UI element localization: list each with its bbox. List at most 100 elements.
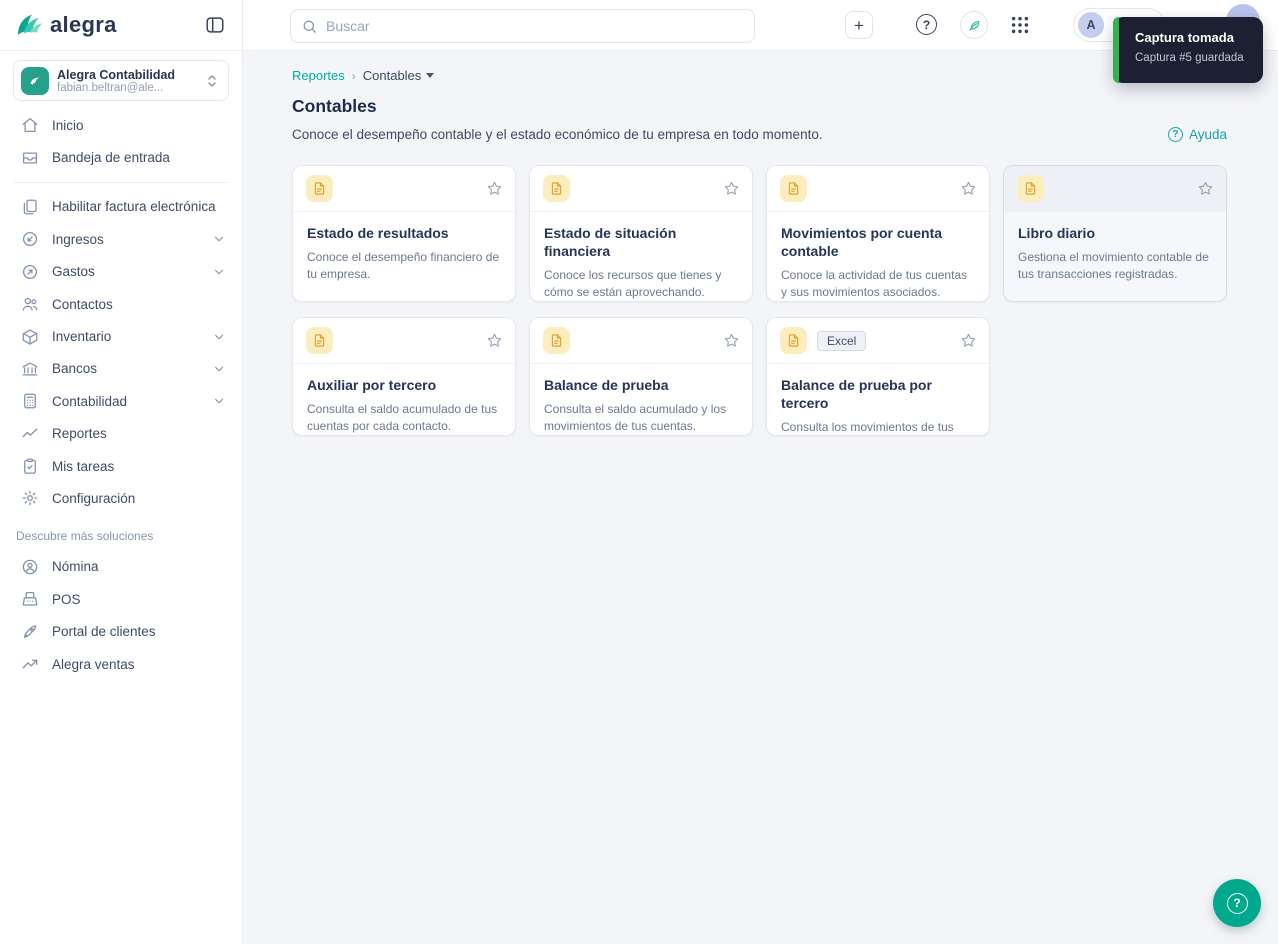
report-title: Estado de situación financiera	[544, 225, 677, 260]
create-new-button[interactable]: +	[845, 11, 873, 39]
question-icon: ?	[1226, 892, 1248, 914]
report-card-balance-prueba[interactable]: Balance de prueba Consulta el saldo acum…	[529, 317, 753, 436]
favorite-star-icon[interactable]	[723, 180, 740, 197]
report-doc-icon	[543, 327, 570, 354]
sidebar-item-factura-electronica[interactable]: Habilitar factura electrónica	[0, 191, 242, 223]
sidebar-nav: Inicio Bandeja de entrada Habilitar fact…	[0, 109, 242, 680]
document-icon	[21, 198, 39, 216]
sidebar-item-portal-clientes[interactable]: Portal de clientes	[0, 615, 242, 647]
page-header: Reportes › Contables Contables Conoce el…	[292, 68, 1227, 142]
favorite-star-icon[interactable]	[1197, 180, 1214, 197]
reports-grid: Estado de resultados Conoce el desempeño…	[292, 165, 1227, 436]
report-description: Consulta los movimientos de tus cuentas …	[781, 420, 954, 435]
breadcrumb-separator-icon: ›	[351, 68, 356, 83]
tasks-icon	[21, 457, 39, 475]
favorite-star-icon[interactable]	[723, 332, 740, 349]
sidebar-item-bancos[interactable]: Bancos	[0, 353, 242, 385]
sidebar-item-inicio[interactable]: Inicio	[0, 109, 242, 141]
report-description: Consulta el saldo acumulado de tus cuent…	[307, 402, 498, 433]
capture-toast: Captura tomada Captura #5 guardada	[1113, 17, 1263, 83]
report-card-auxiliar-tercero[interactable]: Auxiliar por tercero Consulta el saldo a…	[292, 317, 516, 436]
toast-title: Captura tomada	[1135, 30, 1234, 45]
package-icon	[21, 328, 39, 346]
sidebar-item-bandeja[interactable]: Bandeja de entrada	[0, 141, 242, 173]
pos-icon	[21, 590, 39, 608]
trending-up-icon	[21, 655, 39, 673]
report-card-balance-prueba-tercero[interactable]: Excel Balance de prueba por tercero Cons…	[766, 317, 990, 436]
report-description: Consulta el saldo acumulado y los movimi…	[544, 402, 727, 433]
users-icon	[21, 295, 39, 313]
sidebar-item-nomina[interactable]: Nómina	[0, 551, 242, 583]
chevron-down-icon	[212, 394, 226, 408]
report-card-libro-diario[interactable]: Libro diario Gestiona el movimiento cont…	[1003, 165, 1227, 302]
sidebar-item-pos[interactable]: POS	[0, 583, 242, 615]
rocket-icon	[21, 623, 39, 641]
help-circle-icon: ?	[1167, 127, 1183, 142]
sidebar-item-inventario[interactable]: Inventario	[0, 320, 242, 352]
sidebar-item-reportes[interactable]: Reportes	[0, 418, 242, 450]
page-title: Contables	[292, 96, 377, 116]
report-description: Conoce el desempeño financiero de tu emp…	[307, 250, 500, 281]
search-input[interactable]	[326, 18, 744, 34]
report-doc-icon	[306, 327, 333, 354]
subtitle-row: Conoce el desempeño contable y el estado…	[292, 127, 1227, 142]
bank-icon	[21, 360, 39, 378]
report-title: Libro diario	[1018, 225, 1095, 241]
excel-badge: Excel	[817, 330, 867, 351]
workspace-email: fabian.beltran@ale...	[57, 81, 164, 94]
sidebar-item-mis-tareas[interactable]: Mis tareas	[0, 450, 242, 482]
report-title: Balance de prueba	[544, 377, 669, 393]
favorite-star-icon[interactable]	[486, 180, 503, 197]
workspace-info: Alegra Contabilidad fabian.beltran@ale..…	[57, 68, 175, 94]
chart-icon	[21, 425, 39, 443]
report-description: Gestiona el movimiento contable de tus t…	[1018, 250, 1209, 281]
caret-down-icon	[426, 73, 435, 78]
workspace-switcher[interactable]: Alegra Contabilidad fabian.beltran@ale..…	[13, 60, 229, 101]
arrow-up-circle-icon	[21, 263, 39, 281]
global-search[interactable]	[290, 9, 755, 43]
breadcrumb-reportes-link[interactable]: Reportes	[292, 68, 345, 83]
ayuda-help-link[interactable]: ? Ayuda	[1167, 127, 1227, 142]
report-doc-icon	[543, 175, 570, 202]
gear-icon	[21, 489, 39, 507]
breadcrumb-contables-dropdown[interactable]: Contables	[363, 68, 435, 83]
sidebar: alegra Alegra Contabilidad fabian.beltra…	[0, 0, 243, 944]
toast-message: Captura #5 guardada	[1135, 52, 1244, 64]
sidebar-item-configuracion[interactable]: Configuración	[0, 482, 242, 514]
leaf-icon[interactable]	[960, 11, 988, 39]
sidebar-item-ingresos[interactable]: Ingresos	[0, 223, 242, 255]
alegra-logo[interactable]: alegra	[14, 11, 117, 39]
workspace-selector-icon	[206, 74, 218, 88]
search-icon	[301, 18, 318, 35]
report-doc-icon	[306, 175, 333, 202]
chevron-down-icon	[212, 362, 226, 376]
alegra-fan-icon	[14, 11, 44, 39]
sidebar-item-contabilidad[interactable]: Contabilidad	[0, 385, 242, 417]
calculator-icon	[21, 392, 39, 410]
breadcrumb: Reportes › Contables	[292, 68, 1227, 83]
help-fab-button[interactable]: ?	[1213, 879, 1261, 927]
sidebar-divider	[14, 181, 228, 183]
favorite-star-icon[interactable]	[486, 332, 503, 349]
report-title: Estado de resultados	[307, 225, 449, 241]
inbox-icon	[21, 149, 39, 167]
sidebar-section-label: Descubre más soluciones	[16, 528, 154, 543]
favorite-star-icon[interactable]	[960, 180, 977, 197]
favorite-star-icon[interactable]	[960, 332, 977, 349]
report-card-movimientos-cuenta[interactable]: Movimientos por cuenta contable Conoce l…	[766, 165, 990, 302]
report-description: Conoce la actividad de tus cuentas y sus…	[781, 268, 968, 300]
sidebar-item-alegra-ventas[interactable]: Alegra ventas	[0, 648, 242, 680]
help-icon[interactable]: ?	[916, 14, 937, 35]
report-doc-icon	[780, 327, 807, 354]
report-card-situacion-financiera[interactable]: Estado de situación financiera Conoce lo…	[529, 165, 753, 302]
sidebar-collapse-icon[interactable]	[204, 14, 226, 36]
avatar: A	[1078, 12, 1104, 38]
chevron-down-icon	[212, 330, 226, 344]
workspace-name: Alegra Contabilidad	[57, 67, 176, 82]
workspace-avatar-icon	[21, 66, 49, 95]
sidebar-item-gastos[interactable]: Gastos	[0, 256, 242, 288]
apps-grid-icon[interactable]	[1009, 14, 1031, 36]
chevron-down-icon	[212, 265, 226, 279]
sidebar-item-contactos[interactable]: Contactos	[0, 288, 242, 320]
report-card-estado-resultados[interactable]: Estado de resultados Conoce el desempeño…	[292, 165, 516, 302]
